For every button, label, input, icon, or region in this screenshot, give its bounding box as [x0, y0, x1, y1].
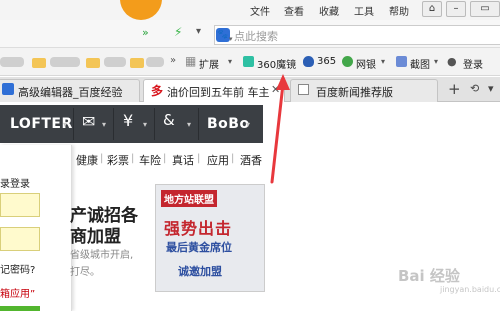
- tab-close-icon[interactable]: ✕: [271, 83, 280, 96]
- blurred-bookmark[interactable]: [104, 57, 126, 67]
- username-input[interactable]: [0, 193, 40, 217]
- menu-file[interactable]: 文件: [250, 3, 270, 18]
- undo-close-icon[interactable]: ⟲: [470, 82, 479, 95]
- tab-news-title[interactable]: 油价回到五年前 车主: [167, 84, 270, 100]
- minimize-button[interactable]: –: [446, 1, 466, 17]
- tab-list-icon[interactable]: ▾: [488, 82, 494, 95]
- screenshot-button[interactable]: 截图: [410, 56, 430, 71]
- yuan-caret-icon[interactable]: ▾: [143, 120, 147, 129]
- maximize-button[interactable]: ▭: [470, 1, 500, 17]
- screenshot-dropdown-icon[interactable]: ▾: [434, 57, 438, 66]
- blurred-bookmark[interactable]: [50, 57, 80, 67]
- nav-apps[interactable]: 应用: [207, 152, 229, 168]
- baidu-favicon-icon: [2, 83, 14, 95]
- page-favicon-icon: [298, 84, 309, 95]
- ad-headline: 强势出击: [164, 219, 233, 238]
- double-chevron-icon[interactable]: »: [142, 26, 149, 39]
- login-button[interactable]: [0, 306, 40, 311]
- folder-icon[interactable]: [32, 58, 46, 68]
- separator: [154, 108, 155, 140]
- 365-button[interactable]: 365: [317, 56, 336, 67]
- new-tab-icon[interactable]: +: [448, 80, 461, 98]
- bobo-caret-icon[interactable]: ▾: [246, 120, 250, 129]
- separator: [198, 108, 199, 140]
- bobo-logo[interactable]: BoBo: [207, 116, 250, 132]
- skin-icon[interactable]: ⌂: [422, 1, 442, 17]
- news-favicon-icon: 多: [151, 84, 164, 98]
- folder-icon[interactable]: [130, 58, 144, 68]
- ad-invite: 诚邀加盟: [178, 265, 222, 278]
- dropdown-icon[interactable]: ▾: [196, 26, 201, 37]
- lofter-caret-icon[interactable]: ▾: [63, 120, 67, 129]
- menu-tools[interactable]: 工具: [354, 3, 374, 18]
- community-caret-icon[interactable]: ▾: [187, 120, 191, 129]
- menu-help[interactable]: 帮助: [389, 3, 409, 18]
- blurred-bookmark[interactable]: [146, 57, 164, 67]
- bank-dropdown-icon[interactable]: ▾: [381, 57, 385, 66]
- search-placeholder[interactable]: 点此搜索: [234, 28, 278, 44]
- forgot-password-link[interactable]: 记密码?: [0, 261, 35, 276]
- separator: [113, 108, 114, 140]
- description-line2: 打尽。: [70, 267, 100, 278]
- separator: |: [197, 153, 201, 164]
- ad-subline: 最后黄金席位: [166, 241, 232, 254]
- login-title: 录登录: [0, 179, 30, 190]
- mail-icon[interactable]: ✉: [82, 112, 95, 131]
- yuan-icon[interactable]: ¥: [123, 111, 133, 130]
- bank-icon[interactable]: [342, 56, 353, 67]
- user-icon[interactable]: ●: [447, 55, 457, 68]
- more-bookmarks-icon[interactable]: »: [170, 55, 176, 66]
- franchise-ad-banner[interactable]: 地方站联盟 强势出击 最后黄金席位 诚邀加盟: [155, 184, 265, 292]
- extension-grid-icon[interactable]: ▦: [185, 54, 196, 68]
- nav-wine[interactable]: 酒香: [240, 152, 262, 168]
- separator: |: [231, 153, 235, 164]
- nav-car-insurance[interactable]: 车险: [139, 152, 161, 168]
- headline-line2[interactable]: 商加盟: [70, 222, 121, 247]
- password-input[interactable]: [0, 227, 40, 251]
- watermark: Bai 经验: [398, 267, 460, 285]
- mail-caret-icon[interactable]: ▾: [102, 120, 106, 129]
- online-bank-button[interactable]: 网银: [356, 56, 376, 71]
- extensions-dropdown-icon[interactable]: ▾: [228, 57, 232, 66]
- mirror-icon[interactable]: [243, 56, 254, 67]
- description-line1: 省级城市开启,: [70, 250, 134, 261]
- screenshot-icon[interactable]: [396, 56, 407, 67]
- 360-mirror-button[interactable]: 360魔镜: [257, 56, 296, 71]
- shield-icon[interactable]: [303, 56, 314, 67]
- separator: |: [163, 153, 167, 164]
- blurred-bookmark[interactable]: [0, 57, 24, 67]
- separator: |: [131, 153, 135, 164]
- separator: |: [100, 153, 104, 164]
- nav-health[interactable]: 健康: [76, 152, 98, 168]
- baidu-paw-icon[interactable]: 🐾: [216, 28, 230, 42]
- community-icon[interactable]: &: [163, 111, 175, 129]
- tab-recommend-title[interactable]: 百度新闻推荐版: [316, 84, 393, 100]
- mail-app-link[interactable]: 箱应用”: [0, 285, 35, 300]
- search-engine-caret-icon[interactable]: ▾: [229, 35, 233, 43]
- menu-view[interactable]: 查看: [284, 3, 304, 18]
- separator: [73, 108, 74, 140]
- login-button[interactable]: 登录: [463, 56, 483, 71]
- nav-lottery[interactable]: 彩票: [107, 152, 129, 168]
- nav-truth[interactable]: 真话: [172, 152, 194, 168]
- extensions-button[interactable]: 扩展: [199, 56, 219, 71]
- ad-tag: 地方站联盟: [161, 190, 217, 207]
- menu-favorites[interactable]: 收藏: [319, 3, 339, 18]
- watermark-url: jingyan.baidu.com: [440, 285, 500, 294]
- folder-icon[interactable]: [86, 58, 100, 68]
- tab-editor-title[interactable]: 高级编辑器_百度经验: [18, 84, 123, 100]
- lightning-icon[interactable]: ⚡: [174, 25, 182, 39]
